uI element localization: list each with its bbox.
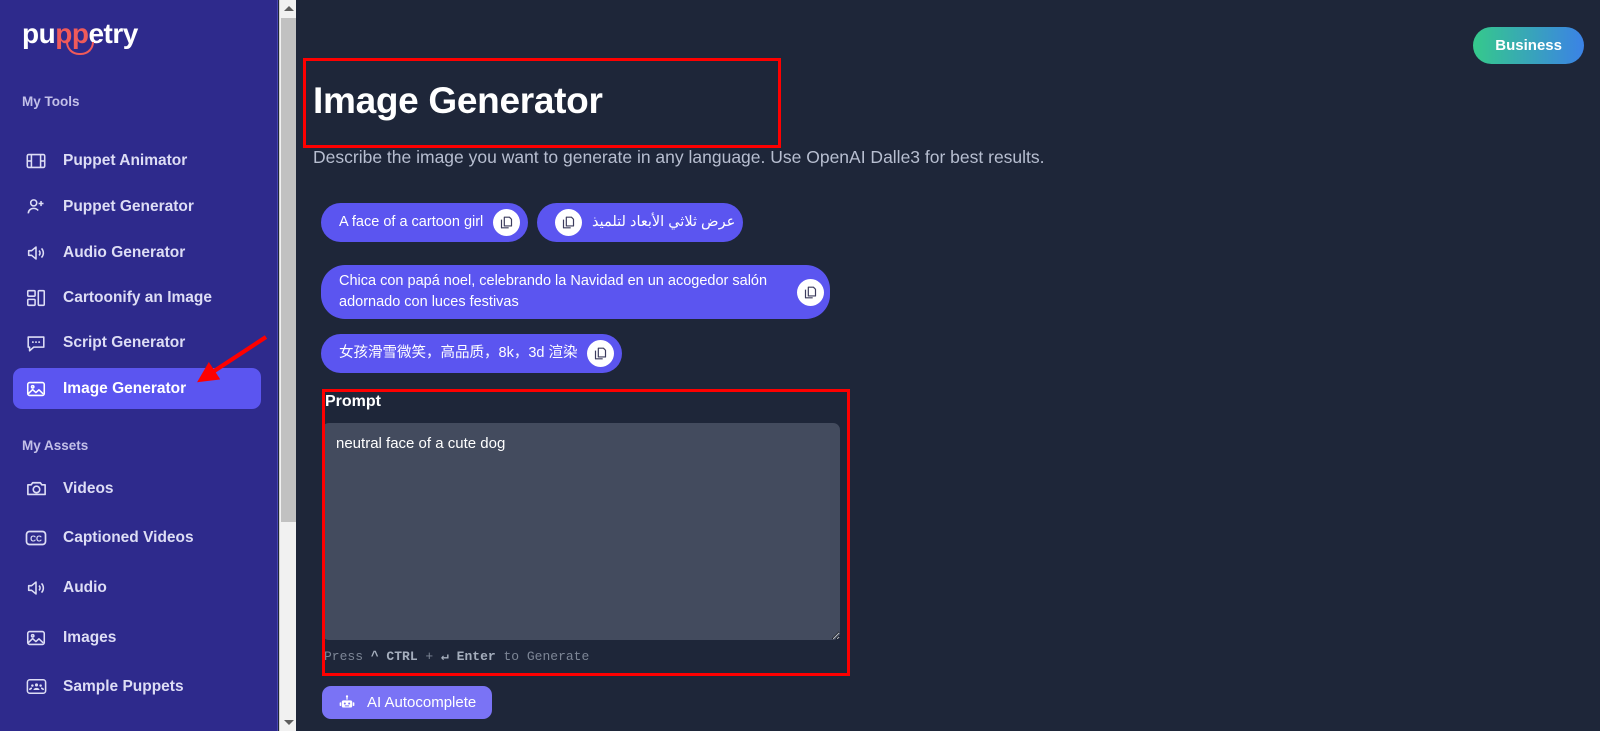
sidebar-item-images[interactable]: Images — [13, 617, 261, 658]
suggestion-pill-text: Chica con papá noel, celebrando la Navid… — [339, 273, 768, 311]
sidebar-section-my-assets: My Assets — [22, 438, 89, 453]
chat-bubble-icon — [23, 330, 49, 356]
image-icon — [23, 625, 49, 651]
sidebar-section-my-tools: My Tools — [22, 94, 80, 109]
svg-text:CC: CC — [30, 534, 42, 543]
sidebar-item-puppet-generator[interactable]: Puppet Generator — [13, 186, 261, 227]
cc-icon: CC — [23, 525, 49, 551]
prompt-input[interactable] — [322, 423, 840, 640]
robot-icon — [338, 694, 356, 712]
speaker-icon — [23, 575, 49, 601]
ai-autocomplete-button[interactable]: AI Autocomplete — [322, 686, 493, 719]
main-content: Business Image Generator Describe the im… — [296, 0, 1600, 731]
scroll-down-arrow[interactable] — [280, 714, 297, 731]
suggestion-pill[interactable]: 女孩滑雪微笑，高品质，8k，3d 渲染 — [321, 334, 623, 373]
image-icon — [23, 376, 49, 402]
smile-icon — [66, 42, 94, 55]
sidebar-item-label: Script Generator — [63, 333, 186, 351]
app-root: puppetry My Tools Puppet Animator Puppet… — [0, 0, 1600, 731]
brand-name-prefix: pu — [22, 18, 56, 49]
sidebar-item-captioned-videos[interactable]: CC Captioned Videos — [13, 517, 261, 558]
suggestion-pill[interactable]: Chica con papá noel, celebrando la Navid… — [321, 265, 830, 320]
speaker-icon — [23, 240, 49, 266]
sidebar-item-label: Audio — [63, 578, 107, 596]
prompt-hint-ctrl: ^ CTRL — [370, 649, 418, 664]
people-card-icon — [23, 674, 49, 700]
brand-logo[interactable]: puppetry — [22, 14, 138, 55]
prompt-panel: Prompt Press ^ CTRL + ↵ Enter to Generat… — [322, 393, 846, 671]
ai-autocomplete-label: AI Autocomplete — [367, 694, 477, 711]
copy-icon[interactable] — [797, 278, 824, 306]
copy-icon[interactable] — [555, 209, 582, 236]
suggestion-pill[interactable]: عرض ثلاثي الأبعاد لتلميذ — [537, 203, 744, 242]
sidebar-item-label: Puppet Animator — [63, 151, 188, 169]
sidebar-item-label: Cartoonify an Image — [63, 288, 212, 306]
sidebar-item-audio-generator[interactable]: Audio Generator — [13, 232, 261, 273]
camera-icon — [23, 476, 49, 502]
sidebar-item-label: Audio Generator — [63, 243, 186, 261]
scroll-up-arrow[interactable] — [280, 0, 297, 17]
sidebar-item-image-generator[interactable]: Image Generator — [13, 368, 261, 409]
brand-logo-text: puppetry — [22, 18, 138, 55]
sidebar-item-label: Images — [63, 628, 117, 646]
sidebar-item-label: Image Generator — [63, 379, 187, 397]
sidebar-item-videos[interactable]: Videos — [13, 468, 261, 509]
sidebar-item-label: Sample Puppets — [63, 677, 184, 695]
prompt-hint-plus: + — [417, 649, 442, 664]
sidebar-item-puppet-animator[interactable]: Puppet Animator — [13, 140, 261, 181]
sidebar-item-cartoonify-an-image[interactable]: Cartoonify an Image — [13, 277, 261, 318]
sidebar-item-script-generator[interactable]: Script Generator — [13, 322, 261, 363]
sidebar-item-audio[interactable]: Audio — [13, 567, 261, 608]
prompt-label: Prompt — [325, 393, 381, 410]
film-strip-icon — [23, 148, 49, 174]
suggestion-pill[interactable]: A face of a cartoon girl — [321, 203, 529, 242]
sidebar-item-label: Puppet Generator — [63, 197, 194, 215]
layout-blocks-icon — [23, 285, 49, 311]
sidebar: puppetry My Tools Puppet Animator Puppet… — [0, 0, 278, 731]
suggestion-pill-text: 女孩滑雪微笑，高品质，8k，3d 渲染 — [339, 344, 578, 361]
user-plus-icon — [23, 194, 49, 220]
copy-icon[interactable] — [587, 340, 615, 367]
prompt-hint: Press ^ CTRL + ↵ Enter to Generate — [324, 649, 589, 664]
scrollbar-thumb[interactable] — [281, 18, 296, 522]
suggestion-pill-text: عرض ثلاثي الأبعاد لتلميذ — [592, 213, 736, 230]
copy-icon[interactable] — [493, 209, 521, 236]
sidebar-item-label: Videos — [63, 479, 114, 497]
brand-name-suffix: etry — [88, 18, 138, 49]
sidebar-scrollbar[interactable] — [279, 0, 297, 731]
prompt-hint-prefix: Press — [324, 649, 371, 664]
prompt-hint-suffix: to Generate — [495, 649, 590, 664]
page-subtitle: Describe the image you want to generate … — [313, 147, 1045, 167]
page-title: Image Generator — [313, 80, 603, 121]
sidebar-item-sample-puppets[interactable]: Sample Puppets — [13, 666, 261, 707]
sidebar-item-label: Captioned Videos — [63, 528, 194, 546]
plan-badge-business[interactable]: Business — [1473, 27, 1584, 64]
prompt-hint-enter: ↵ Enter — [441, 649, 496, 664]
suggestion-pill-text: A face of a cartoon girl — [339, 213, 484, 230]
